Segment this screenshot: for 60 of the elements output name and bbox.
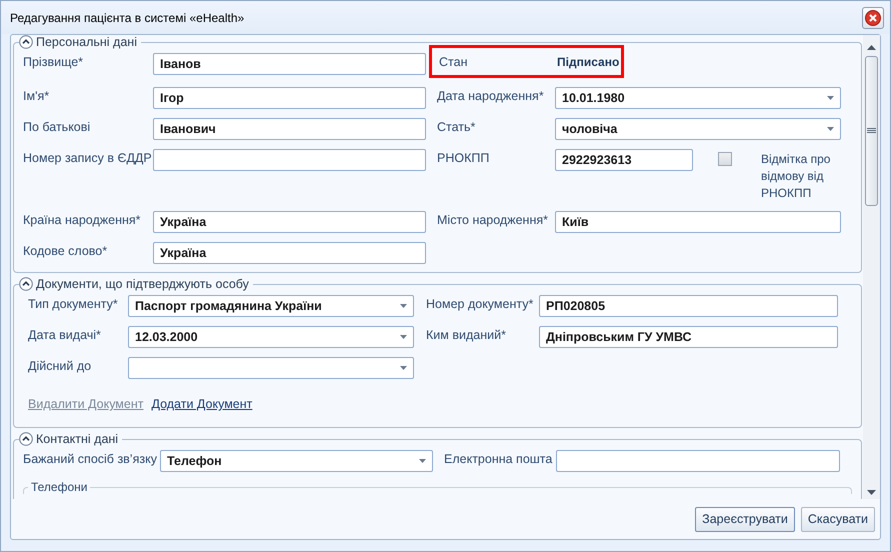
checkbox[interactable] bbox=[718, 152, 732, 166]
collapse-icon[interactable] bbox=[19, 35, 33, 49]
field-label: Тип документу* bbox=[28, 296, 119, 311]
grip-icon bbox=[867, 128, 876, 134]
field-label: По батькові bbox=[23, 119, 92, 134]
dialog-button[interactable]: Зареєструвати bbox=[695, 506, 795, 532]
caret-icon bbox=[827, 96, 834, 100]
caret-icon bbox=[419, 459, 426, 463]
text-field[interactable]: Іванович bbox=[153, 118, 426, 140]
caret-icon bbox=[400, 335, 407, 339]
dropdown-field[interactable]: 10.01.1980 bbox=[555, 87, 841, 109]
caret-icon bbox=[400, 366, 407, 370]
caret-icon bbox=[400, 304, 407, 308]
dropdown-field[interactable] bbox=[128, 357, 414, 379]
text-field[interactable]: Іванов bbox=[153, 53, 426, 75]
text-field[interactable]: Ігор bbox=[153, 87, 426, 109]
field-label: Кодове слово* bbox=[23, 243, 108, 258]
scrollbar-thumb[interactable] bbox=[865, 56, 878, 206]
field-label: Дата видачі* bbox=[28, 327, 102, 342]
text-field[interactable] bbox=[556, 450, 840, 472]
dropdown-field[interactable]: чоловіча bbox=[555, 118, 841, 140]
field-label: Електронна пошта bbox=[444, 451, 554, 466]
document-link[interactable]: Додати Документ bbox=[151, 397, 252, 411]
field-label: Номер запису в ЄДДР bbox=[23, 150, 153, 165]
dropdown-field[interactable]: 12.03.2000 bbox=[128, 326, 414, 348]
field-label: Прізвище* bbox=[23, 54, 84, 69]
subsection-title: Телефони bbox=[31, 480, 88, 494]
scroll-down-arrow-icon[interactable] bbox=[867, 490, 876, 495]
field-label: Номер документу* bbox=[426, 296, 534, 311]
collapse-icon[interactable] bbox=[19, 432, 33, 446]
field-label: Ім'я* bbox=[23, 88, 50, 103]
field-label: Місто народження* bbox=[437, 212, 549, 227]
caret-icon bbox=[827, 127, 834, 131]
status-value: Підписано bbox=[557, 54, 620, 68]
field-label: Дата народження* bbox=[437, 88, 545, 103]
text-field[interactable]: Україна bbox=[153, 211, 426, 233]
text-field[interactable]: Україна bbox=[153, 242, 426, 264]
section-title: Персональні дані bbox=[36, 35, 137, 49]
text-field[interactable]: 2922923613 bbox=[555, 149, 693, 171]
scroll-up-arrow-icon[interactable] bbox=[867, 45, 876, 50]
field-label: Ким виданий* bbox=[426, 327, 507, 342]
window-title: Редагування пацієнта в системі «eHealth» bbox=[10, 10, 244, 24]
field-label: Країна народження* bbox=[23, 212, 142, 227]
field-label: Бажаний спосіб зв’язку bbox=[23, 451, 158, 466]
text-field[interactable]: РП020805 bbox=[539, 295, 838, 317]
text-field[interactable] bbox=[153, 149, 426, 171]
dialog-button[interactable]: Скасувати bbox=[800, 506, 875, 532]
text-field[interactable]: Дніпровським ГУ УМВС bbox=[539, 326, 838, 348]
field-label: Стать* bbox=[437, 119, 476, 134]
section-title: Контактні дані bbox=[36, 432, 118, 446]
text-field[interactable]: Київ bbox=[555, 211, 841, 233]
close-button[interactable] bbox=[862, 6, 884, 28]
dropdown-field[interactable]: Паспорт громадянина України bbox=[128, 295, 414, 317]
field-label: Стан bbox=[439, 54, 468, 68]
dropdown-field[interactable]: Телефон bbox=[160, 450, 433, 472]
checkbox-label: Відмітка про відмову від РНОКПП bbox=[761, 151, 832, 202]
collapse-icon[interactable] bbox=[19, 277, 33, 291]
section-title: Документи, що підтверджують особу bbox=[36, 277, 249, 291]
field-label: Дійсний до bbox=[28, 358, 92, 373]
field-label: РНОКПП bbox=[437, 150, 490, 165]
